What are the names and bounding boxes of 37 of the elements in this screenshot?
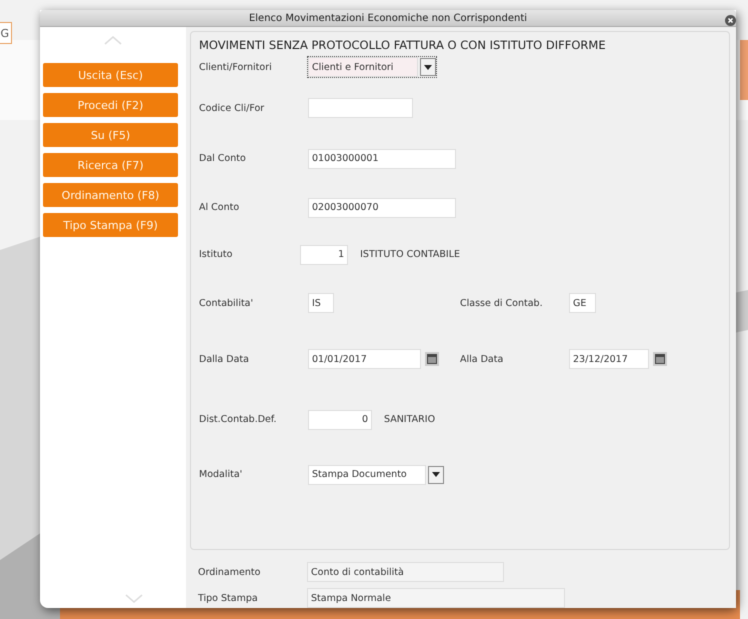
calendar-icon[interactable] [653, 352, 667, 366]
caret-icon [424, 64, 432, 70]
dropdown-button[interactable] [420, 58, 436, 76]
readonly-field: Stampa Normale [307, 588, 565, 608]
field-label: Alla Data [460, 354, 504, 364]
field-label: Clienti/Fornitori [199, 62, 273, 72]
field-label: Dalla Data [199, 354, 250, 364]
number-field[interactable]: 0 [308, 410, 372, 430]
text-field[interactable]: GE [569, 293, 596, 313]
field-note: ISTITUTO CONTABILE [360, 249, 460, 260]
field-label: Istituto [199, 249, 234, 260]
calendar-icon[interactable] [425, 352, 439, 366]
field-label: Contabilita' [199, 298, 254, 308]
date-field[interactable]: 23/12/2017 [569, 349, 649, 369]
field-label: Dal Conto [199, 153, 247, 164]
text-field[interactable]: 01003000001 [308, 148, 456, 168]
select-field[interactable]: Clienti e Fornitori [308, 57, 418, 77]
number-field[interactable]: 1 [300, 244, 348, 264]
text-field[interactable]: 02003000070 [308, 198, 456, 218]
field-note: SANITARIO [384, 414, 436, 425]
text-field[interactable]: IS [308, 293, 334, 313]
field-label: Al Conto [199, 202, 240, 213]
field-label: Codice Cli/For [199, 102, 266, 114]
field-label: Tipo Stampa [198, 592, 259, 604]
field-label: Classe di Contab. [460, 298, 544, 308]
field-label: Dist.Contab.Def. [199, 414, 278, 425]
select-field[interactable]: Stampa Documento [308, 464, 426, 484]
dropdown-button[interactable] [428, 466, 444, 484]
form-title: MOVIMENTI SENZA PROTOCOLLO FATTURA O CON ISTITUTO DIFFORME [199, 38, 607, 52]
field-label: Ordinamento [198, 566, 262, 578]
readonly-field: Conto di contabilità [307, 562, 504, 582]
window-title: Elenco Movimentazioni Economiche non Corrispondenti [248, 12, 528, 24]
close-icon[interactable] [725, 15, 736, 26]
text-field[interactable] [308, 98, 413, 118]
date-field[interactable]: 01/01/2017 [308, 349, 421, 369]
field-label: Modalita' [199, 469, 244, 480]
caret-icon [432, 472, 440, 477]
